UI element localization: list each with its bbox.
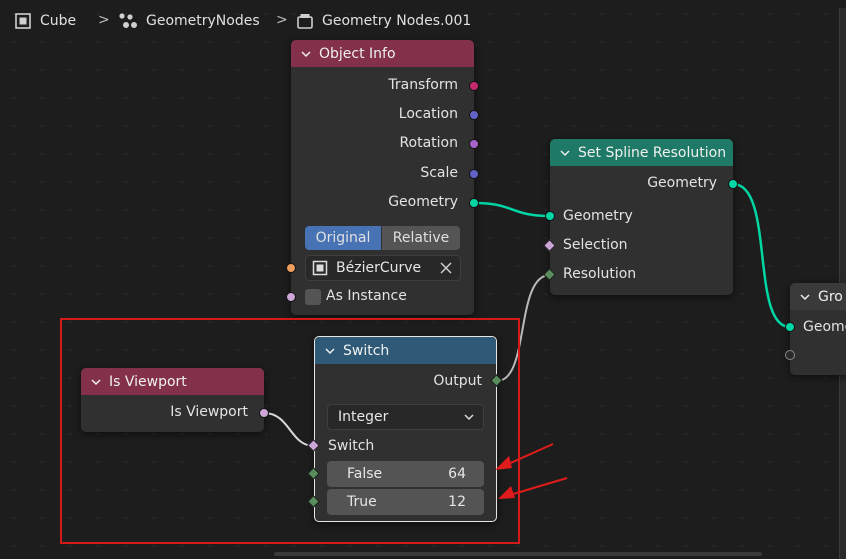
is-viewport-output-label: Is Viewport [170, 404, 248, 420]
group-output-geometry-label: Geome [803, 319, 846, 335]
breadcrumb-node-group[interactable]: Geometry Nodes.001 [296, 12, 471, 30]
horizontal-scrollbar[interactable] [274, 552, 762, 556]
object-icon [15, 13, 31, 29]
set-spline-geometry-input-socket[interactable] [545, 211, 555, 221]
input-geometry-label: Geometry [563, 208, 633, 224]
set-spline-resolution-title: Set Spline Resolution [578, 144, 727, 161]
breadcrumb-modifier[interactable]: GeometryNodes [118, 12, 260, 30]
true-label: True [347, 494, 377, 510]
is-viewport-header[interactable]: Is Viewport [81, 368, 264, 395]
set-spline-resolution-header[interactable]: Set Spline Resolution [550, 139, 733, 166]
link-geometry-to-set-spline [473, 201, 551, 218]
as-instance-socket[interactable] [286, 292, 296, 302]
object-input-socket[interactable] [286, 263, 296, 273]
switch-type-value: Integer [338, 409, 389, 425]
object-info-title: Object Info [319, 45, 396, 62]
breadcrumb-node-group-label: Geometry Nodes.001 [322, 13, 472, 29]
as-instance-label: As Instance [326, 288, 407, 304]
breadcrumb-modifier-label: GeometryNodes [146, 13, 260, 29]
chevron-down-icon[interactable] [301, 49, 311, 59]
chevron-down-icon[interactable] [325, 346, 335, 356]
switch-output-label: Output [433, 373, 482, 389]
original-mode-button[interactable]: Original [305, 226, 381, 250]
breadcrumb-object[interactable]: Cube [14, 12, 76, 30]
chevron-down-icon[interactable] [91, 377, 101, 387]
input-resolution-label: Resolution [563, 266, 637, 282]
is-viewport-node[interactable]: Is Viewport Is Viewport [81, 368, 264, 432]
group-output-geometry-socket[interactable] [785, 322, 795, 332]
group-output-header[interactable]: Gro [790, 283, 846, 310]
chevron-down-icon[interactable] [560, 148, 570, 158]
location-socket[interactable] [469, 110, 479, 120]
chevron-right-icon: > [276, 12, 288, 28]
object-field-value: BézierCurve [336, 260, 422, 276]
group-output-node[interactable]: Gro Geome [790, 283, 846, 375]
geometry-nodes-icon [119, 13, 137, 28]
switch-title: Switch [343, 342, 390, 359]
chevron-down-icon [464, 414, 474, 421]
false-value-field[interactable]: False 64 [327, 461, 484, 487]
object-icon [312, 260, 328, 276]
true-value-field[interactable]: True 12 [327, 489, 484, 515]
object-info-node[interactable]: Object Info Transform Location Rotation … [291, 40, 474, 315]
is-viewport-title: Is Viewport [109, 373, 187, 390]
breadcrumb: Cube > GeometryNodes > Geometry Nodes.00… [0, 0, 846, 44]
relative-mode-button[interactable]: Relative [382, 226, 460, 250]
geometry-output-socket[interactable] [469, 198, 479, 208]
group-output-title: Gro [818, 288, 843, 305]
set-spline-resolution-node[interactable]: Set Spline Resolution Geometry Geometry … [550, 139, 733, 295]
clear-icon[interactable] [440, 262, 452, 274]
output-location-label: Location [398, 106, 458, 122]
set-spline-geometry-output-socket[interactable] [728, 179, 738, 189]
output-transform-label: Transform [388, 77, 458, 93]
as-instance-checkbox[interactable] [305, 289, 321, 305]
transform-socket[interactable] [469, 81, 479, 91]
false-label: False [347, 466, 383, 482]
is-viewport-output-socket[interactable] [259, 408, 269, 418]
switch-input-label: Switch [328, 438, 375, 454]
output-geometry-label: Geometry [647, 175, 717, 191]
node-tree-icon [297, 14, 313, 29]
false-value: 64 [448, 466, 466, 482]
output-rotation-label: Rotation [399, 135, 458, 151]
switch-header[interactable]: Switch [315, 337, 496, 364]
input-selection-label: Selection [563, 237, 628, 253]
object-field[interactable]: BézierCurve [305, 255, 461, 281]
chevron-right-icon: > [98, 12, 110, 28]
true-value: 12 [448, 494, 466, 510]
chevron-down-icon[interactable] [800, 292, 810, 302]
output-geometry-label: Geometry [388, 194, 458, 210]
object-info-header[interactable]: Object Info [291, 40, 474, 67]
breadcrumb-object-label: Cube [40, 13, 77, 29]
link-set-spline-to-group-output [732, 182, 791, 329]
switch-type-dropdown[interactable]: Integer [327, 404, 484, 430]
output-scale-label: Scale [420, 165, 458, 181]
scale-socket[interactable] [469, 169, 479, 179]
group-output-empty-socket[interactable] [785, 350, 795, 360]
switch-node[interactable]: Switch Output Integer Switch False 64 Tr… [314, 336, 497, 522]
rotation-socket[interactable] [469, 139, 479, 149]
